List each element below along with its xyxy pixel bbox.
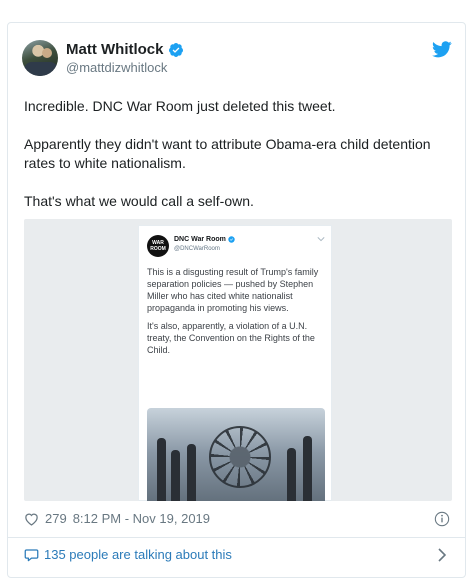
dnc-war-room-logo: WAR ROOM bbox=[147, 235, 169, 257]
verified-badge-icon bbox=[228, 236, 235, 243]
like-count[interactable]: 279 bbox=[45, 511, 67, 526]
comment-bubble-icon bbox=[24, 548, 39, 561]
tweet-paragraph: Incredible. DNC War Room just deleted th… bbox=[24, 98, 336, 114]
author-name[interactable]: Matt Whitlock bbox=[66, 41, 164, 58]
conversation-link[interactable]: 135 people are talking about this bbox=[24, 547, 232, 562]
embedded-paragraph: This is a disgusting result of Trump's f… bbox=[147, 267, 319, 313]
un-emblem-icon bbox=[209, 426, 271, 488]
timestamp[interactable]: 8:12 PM - Nov 19, 2019 bbox=[73, 511, 210, 526]
un-emblem-photo bbox=[147, 408, 325, 501]
verified-badge-icon bbox=[168, 42, 183, 57]
embedded-paragraph: It's also, apparently, a violation of a … bbox=[147, 321, 315, 355]
tweet-paragraph: That's what we would call a self-own. bbox=[24, 193, 254, 209]
embedded-author-name: DNC War Room bbox=[174, 236, 226, 243]
tweet-meta: 279 8:12 PM - Nov 19, 2019 bbox=[24, 511, 210, 526]
avatar[interactable] bbox=[22, 40, 58, 76]
tweet-media-image[interactable]: WAR ROOM DNC War Room @DNCWarRoom This i… bbox=[24, 219, 452, 501]
tweet-text: Incredible. DNC War Room just deleted th… bbox=[24, 97, 452, 230]
chevron-right-icon[interactable] bbox=[438, 548, 446, 562]
chevron-down-icon bbox=[317, 237, 325, 242]
embedded-tweet-text: This is a disgusting result of Trump's f… bbox=[147, 266, 327, 362]
divider bbox=[8, 537, 465, 538]
info-icon[interactable] bbox=[434, 511, 450, 527]
conversation-count-text[interactable]: 135 people are talking about this bbox=[44, 547, 232, 562]
embedded-author-name-row: DNC War Room bbox=[174, 236, 235, 243]
tweet-paragraph: Apparently they didn't want to attribute… bbox=[24, 136, 431, 171]
author-name-row[interactable]: Matt Whitlock bbox=[66, 41, 184, 58]
author-handle[interactable]: @mattdizwhitlock bbox=[66, 60, 167, 75]
heart-icon[interactable] bbox=[24, 512, 39, 526]
embedded-author-handle: @DNCWarRoom bbox=[174, 246, 220, 252]
tweet-card: Matt Whitlock @mattdizwhitlock Incredibl… bbox=[7, 22, 466, 578]
twitter-bird-icon[interactable] bbox=[432, 41, 452, 58]
embedded-tweet-screenshot: WAR ROOM DNC War Room @DNCWarRoom This i… bbox=[138, 225, 332, 501]
